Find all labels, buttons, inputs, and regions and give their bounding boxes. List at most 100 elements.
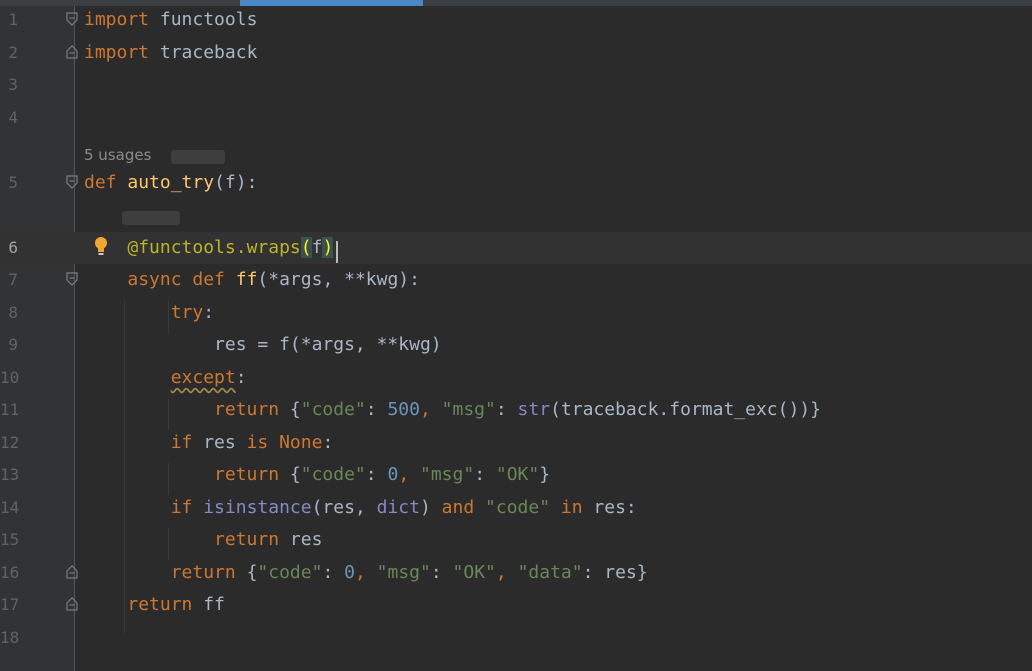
line-number: 3 bbox=[8, 75, 18, 94]
code-token: (*args, **kwg): bbox=[257, 269, 420, 290]
code-token: "code" bbox=[485, 497, 551, 518]
line-number: 12 bbox=[0, 433, 20, 452]
code-text[interactable]: res = f(*args, **kwg) bbox=[84, 329, 442, 361]
code-text[interactable]: return res bbox=[84, 524, 322, 556]
code-token: { bbox=[289, 399, 301, 420]
code-line[interactable]: 8 try: bbox=[0, 297, 1032, 329]
code-line[interactable]: 5 def auto_try(f): bbox=[0, 167, 1032, 199]
redacted-author-hint bbox=[171, 150, 225, 164]
code-text[interactable]: except: bbox=[84, 362, 247, 394]
code-text[interactable]: @functools.wraps(f) bbox=[84, 232, 334, 264]
code-token: "OK" bbox=[495, 464, 540, 485]
code-token: "msg" bbox=[441, 399, 496, 420]
code-line[interactable]: 18 bbox=[0, 622, 1032, 654]
fold-icon[interactable] bbox=[66, 45, 78, 59]
code-text[interactable]: return ff bbox=[84, 589, 225, 621]
lightbulb-icon[interactable] bbox=[93, 236, 109, 256]
line-number: 2 bbox=[8, 43, 18, 62]
line-number: 17 bbox=[0, 595, 20, 614]
code-line[interactable]: 16 return {"code": 0, "msg": "OK", "data… bbox=[0, 557, 1032, 589]
code-token: { bbox=[246, 562, 258, 583]
code-token: (res, bbox=[311, 497, 377, 518]
code-token: : bbox=[203, 302, 215, 323]
code-line[interactable]: 13 return {"code": 0, "msg": "OK"} bbox=[0, 459, 1032, 491]
code-token: : bbox=[322, 432, 334, 453]
code-token: (f): bbox=[214, 172, 258, 193]
line-number: 11 bbox=[0, 400, 20, 419]
code-text[interactable]: async def ff(*args, **kwg): bbox=[84, 264, 420, 296]
code-token: : bbox=[322, 562, 345, 583]
code-token: "code" bbox=[300, 464, 366, 485]
code-token: : bbox=[430, 562, 453, 583]
code-text[interactable]: return {"code": 0, "msg": "OK", "data": … bbox=[84, 557, 648, 589]
code-token: and bbox=[441, 497, 486, 518]
code-line[interactable]: 9 res = f(*args, **kwg) bbox=[0, 329, 1032, 361]
code-token: return bbox=[214, 529, 290, 550]
code-line[interactable]: 11 return {"code": 500, "msg": str(trace… bbox=[0, 394, 1032, 426]
code-token: if bbox=[170, 497, 204, 518]
code-token: ff bbox=[235, 269, 258, 290]
code-token: } bbox=[539, 464, 551, 485]
code-text[interactable]: import traceback bbox=[84, 37, 257, 69]
code-text[interactable]: if isinstance(res, dict) and "code" in r… bbox=[84, 492, 637, 524]
code-token: 500 bbox=[387, 399, 420, 420]
code-token: "code" bbox=[300, 399, 366, 420]
code-token: ( bbox=[300, 237, 312, 258]
code-token: dict bbox=[376, 497, 420, 518]
code-line[interactable]: 14 if isinstance(res, dict) and "code" i… bbox=[0, 492, 1032, 524]
code-line[interactable]: 3 bbox=[0, 69, 1032, 101]
code-token: in bbox=[560, 497, 594, 518]
code-line[interactable]: 4 bbox=[0, 102, 1032, 134]
code-text[interactable]: try: bbox=[84, 297, 214, 329]
text-caret bbox=[336, 241, 338, 263]
fold-icon[interactable] bbox=[66, 175, 78, 189]
code-line[interactable]: 17 return ff bbox=[0, 589, 1032, 621]
code-token: return bbox=[214, 399, 290, 420]
code-text[interactable]: if res is None: bbox=[84, 427, 334, 459]
code-text[interactable]: return {"code": 0, "msg": "OK"} bbox=[84, 459, 550, 491]
code-token: if bbox=[170, 432, 204, 453]
line-number: 9 bbox=[8, 335, 18, 354]
code-token: "code" bbox=[257, 562, 323, 583]
code-line[interactable]: 1 import functools bbox=[0, 4, 1032, 36]
fold-icon[interactable] bbox=[66, 272, 78, 286]
code-line[interactable]: 6 @functools.wraps(f) bbox=[0, 232, 1032, 264]
code-token: : bbox=[365, 464, 388, 485]
code-token: f bbox=[311, 237, 323, 258]
code-token: 0 bbox=[387, 464, 399, 485]
fold-icon[interactable] bbox=[66, 597, 78, 611]
code-line[interactable]: 7 async def ff(*args, **kwg): bbox=[0, 264, 1032, 296]
code-line[interactable]: 2 import traceback bbox=[0, 37, 1032, 69]
code-text[interactable]: def auto_try(f): bbox=[84, 167, 257, 199]
code-line[interactable]: 12 if res is None: bbox=[0, 427, 1032, 459]
fold-icon[interactable] bbox=[66, 12, 78, 26]
usages-hint[interactable]: 5 usages bbox=[84, 139, 151, 171]
line-number: 13 bbox=[0, 465, 20, 484]
code-token: isinstance bbox=[203, 497, 312, 518]
code-line[interactable]: 15 return res bbox=[0, 524, 1032, 556]
code-token: res = f(*args, **kwg) bbox=[84, 334, 442, 355]
code-token: return bbox=[214, 464, 290, 485]
code-token: , bbox=[419, 399, 442, 420]
code-token: ff bbox=[203, 594, 225, 615]
code-line[interactable]: 10 except: bbox=[0, 362, 1032, 394]
fold-icon[interactable] bbox=[66, 565, 78, 579]
code-token: : bbox=[474, 464, 496, 485]
code-token: "OK" bbox=[452, 562, 496, 583]
code-text[interactable]: return {"code": 500, "msg": str(tracebac… bbox=[84, 394, 821, 426]
code-token: "msg" bbox=[420, 464, 475, 485]
code-text[interactable]: import functools bbox=[84, 4, 257, 36]
indent-guide bbox=[168, 528, 169, 560]
line-number: 7 bbox=[8, 270, 18, 289]
code-token: ) bbox=[419, 497, 442, 518]
code-token: 0 bbox=[344, 562, 355, 583]
code-token: functools bbox=[149, 9, 258, 30]
